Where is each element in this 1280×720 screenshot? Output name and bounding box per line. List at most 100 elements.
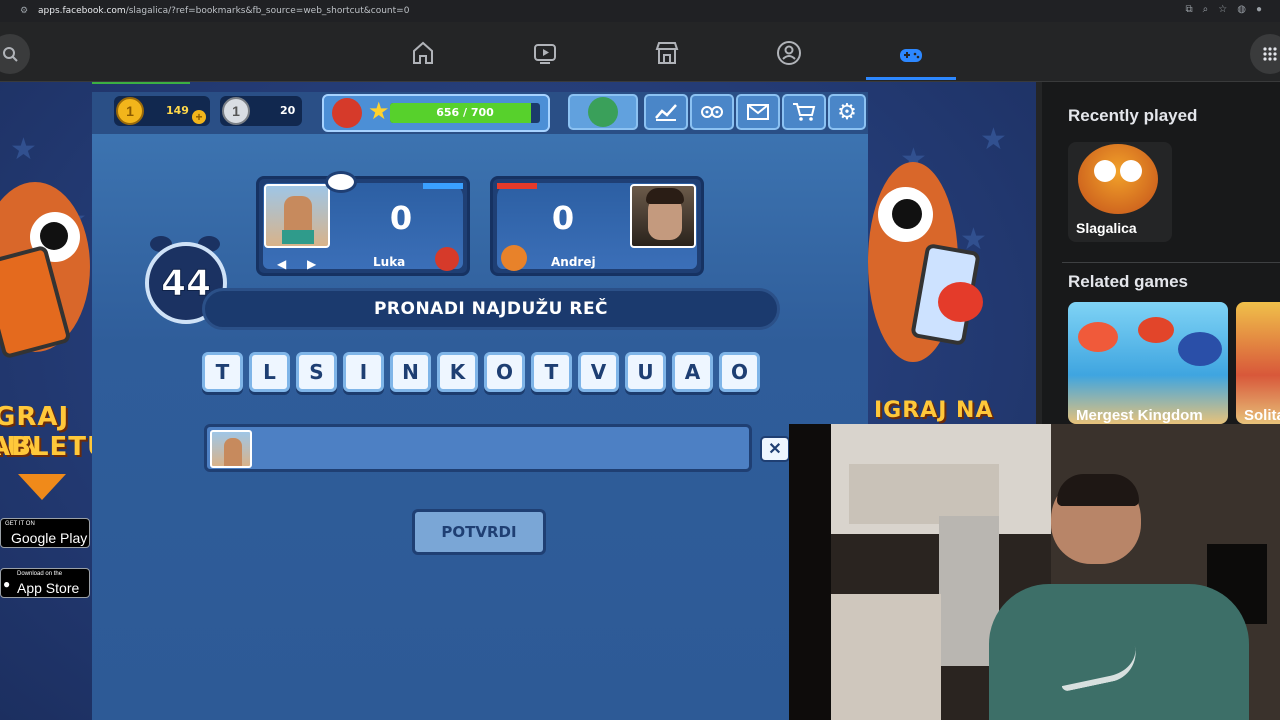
left-promo-banner[interactable]: GRAJ NA ABLETU GET IT ON Google Play Dow… [0, 82, 92, 720]
site-info-icon[interactable]: ⚙ [20, 5, 30, 15]
settings-button[interactable]: ⚙ [828, 94, 866, 130]
app-store-label: App Store [17, 580, 80, 596]
player-right-owl-badge [501, 245, 527, 271]
letter-tile[interactable]: V [578, 352, 619, 392]
letter-tile[interactable]: O [719, 352, 760, 392]
recent-game-name: Slagalica [1076, 220, 1137, 236]
player-right-score: 0 [551, 199, 575, 237]
letter-tile[interactable]: A [672, 352, 713, 392]
owl-avatar-icon [588, 97, 618, 127]
browser-toolbar-icons: ⧉ ⌕ ☆ ◍ ● [1186, 4, 1263, 15]
clear-answer-button[interactable]: ✕ [760, 436, 790, 462]
xp-level-bar: ★ 656 / 700 [322, 94, 550, 132]
nav-marketplace[interactable] [622, 32, 712, 74]
letter-tile[interactable]: O [484, 352, 525, 392]
owl-icon [701, 106, 723, 118]
previous-arrow-icon[interactable]: ◀ [277, 257, 286, 271]
game-panel: 1 149 + 1 20 ★ 656 / 700 ⚙ 0 Luka ◀ ▶ 0 … [92, 92, 868, 720]
facebook-top-nav [0, 22, 1280, 82]
related-games-title: Related games [1068, 272, 1188, 291]
menu-grid-icon [1263, 47, 1277, 61]
recently-played-title: Recently played [1068, 106, 1198, 125]
add-coins-button[interactable]: + [192, 110, 206, 124]
stats-button[interactable] [644, 94, 688, 130]
letter-tile[interactable]: U [625, 352, 666, 392]
envelope-icon [747, 104, 769, 120]
player-left-score: 0 [389, 199, 413, 237]
player-left-avatar [264, 184, 330, 248]
app-store-small-text: Download on the [17, 571, 63, 577]
player-right-color-strip [497, 183, 537, 189]
google-play-button[interactable]: GET IT ON Google Play [0, 518, 90, 548]
url-host: apps.facebook.com [38, 6, 126, 16]
shop-button[interactable] [782, 94, 826, 130]
letter-tile[interactable]: T [531, 352, 572, 392]
player-right-avatar [630, 184, 696, 248]
nav-groups[interactable] [744, 32, 834, 74]
arrow-down-icon [18, 474, 66, 500]
next-arrow-icon[interactable]: ▶ [307, 257, 316, 271]
video-icon [534, 44, 556, 64]
zoom-icon[interactable]: ⌕ [1203, 4, 1209, 15]
nav-gaming[interactable] [866, 32, 956, 80]
player-owl-icon [332, 98, 362, 128]
fish-icon [1138, 317, 1174, 343]
silver-coin-icon: 1 [222, 97, 250, 125]
url-path: /slagalica/?ref=bookmarks&fb_source=web_… [125, 6, 410, 16]
task-banner: PRONADI NAJDUŽU REČ [202, 288, 780, 330]
app-store-button[interactable]: Download on the App Store ● [0, 568, 90, 598]
owl-wing [938, 282, 983, 322]
chart-icon [655, 104, 677, 121]
bookmark-star-icon[interactable]: ☆ [1218, 4, 1227, 15]
slagalica-game-icon [1078, 144, 1158, 214]
letter-tile[interactable]: L [249, 352, 290, 392]
cart-icon [793, 103, 816, 121]
player-card-right: 0 Andrej [490, 176, 704, 276]
profile-icon[interactable]: ● [1256, 4, 1262, 15]
friends-button[interactable] [690, 94, 734, 130]
silver-coin-counter: 1 20 [220, 96, 302, 126]
chat-bubble-icon[interactable] [325, 171, 357, 193]
related-game-card[interactable]: Solita [1236, 302, 1280, 424]
related-game-card[interactable]: Mergest Kingdom [1068, 302, 1228, 424]
player-left-owl-badge [435, 247, 459, 271]
search-button[interactable] [0, 34, 30, 74]
close-icon: ✕ [768, 441, 782, 458]
promo-text-line2: ABLETU [0, 432, 92, 462]
recent-game-card[interactable]: Slagalica [1068, 142, 1172, 242]
apple-icon: ● [3, 577, 11, 591]
task-text: PRONADI NAJDUŽU REČ [373, 299, 609, 319]
letter-tile[interactable]: K [437, 352, 478, 392]
browser-url-bar[interactable]: ⚙ apps.facebook.com/slagalica/?ref=bookm… [0, 0, 1280, 22]
answer-field[interactable] [204, 424, 752, 472]
letter-tile[interactable]: I [343, 352, 384, 392]
nav-video[interactable] [500, 32, 590, 74]
related-game-name: Mergest Kingdom [1076, 407, 1203, 424]
groups-icon [777, 41, 801, 65]
letter-tile[interactable]: T [202, 352, 243, 392]
answer-player-avatar [210, 430, 252, 468]
home-icon [413, 41, 433, 64]
open-in-app-icon[interactable]: ⧉ [1186, 4, 1193, 15]
confirm-button[interactable]: POTVRDI [412, 509, 546, 555]
google-play-small-text: GET IT ON [5, 521, 35, 527]
letter-tile[interactable]: N [390, 352, 431, 392]
player-left-name: Luka [373, 255, 406, 269]
search-icon [3, 47, 18, 62]
right-promo-banner[interactable]: IGRAJ NA [868, 82, 1036, 424]
menu-button[interactable] [1250, 34, 1280, 74]
url-text[interactable]: apps.facebook.com/slagalica/?ref=bookmar… [38, 6, 409, 16]
related-game-name: Solita [1244, 407, 1280, 424]
letter-tile[interactable]: S [296, 352, 337, 392]
extension-icon[interactable]: ◍ [1237, 4, 1246, 15]
nav-home[interactable] [378, 32, 468, 74]
timer-value: 44 [160, 262, 212, 304]
silver-coin-value: 20 [280, 104, 296, 117]
xp-text: 656 / 700 [436, 106, 494, 119]
player-right-name: Andrej [551, 255, 596, 269]
gear-icon: ⚙ [837, 99, 857, 124]
player-card-left: 0 Luka ◀ ▶ [256, 171, 470, 276]
avatar-shop-button[interactable] [568, 94, 638, 130]
letter-tiles: TLSINKOTVUAO [202, 352, 760, 392]
messages-button[interactable] [736, 94, 780, 130]
